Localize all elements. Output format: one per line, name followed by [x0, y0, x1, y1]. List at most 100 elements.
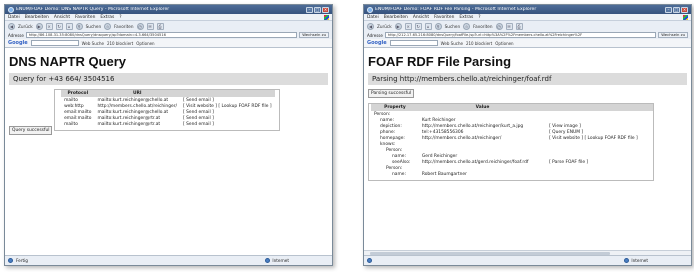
web-search-button[interactable]: Web Suche [82, 41, 104, 46]
google-options-button[interactable]: Optionen [495, 41, 513, 46]
action-links[interactable]: [ Visit website ] [ Lookup FOAF RDF file… [546, 135, 653, 141]
search-label[interactable]: Suchen [445, 24, 461, 29]
status-bar: Fertig Internet [5, 255, 332, 265]
search-label[interactable]: Suchen [86, 24, 102, 29]
uri-cell: mailto:kurt.reichinger@chello.at [97, 97, 169, 103]
address-input[interactable]: http://212.17.65.216:8080/dnsQuery/foafF… [384, 32, 657, 38]
table-row: name: Robert Baumgartner [371, 172, 653, 178]
windows-logo-icon [324, 14, 329, 20]
back-label[interactable]: Zurück [377, 24, 392, 29]
favorites-star-icon[interactable]: ☆ [104, 22, 112, 30]
maximize-button[interactable]: □ [673, 6, 680, 13]
popup-blocker-label[interactable]: 210 blockiert [107, 41, 133, 46]
menu-view[interactable]: Ansicht [413, 15, 429, 20]
forward-arrow-icon[interactable]: ▶ [35, 22, 43, 30]
zone-label: Internet [272, 258, 289, 263]
forward-arrow-icon[interactable]: ▶ [394, 22, 402, 30]
menu-bar: Datei Bearbeiten Ansicht Favoriten Extra… [364, 14, 691, 21]
menu-edit[interactable]: Bearbeiten [384, 15, 408, 20]
favorites-label[interactable]: Favoriten [114, 24, 133, 29]
back-arrow-icon[interactable]: ◀ [8, 22, 15, 30]
history-icon[interactable]: ◷ [136, 22, 144, 30]
foaf-frame: Property Value Person: name: Kurt Reiching… [368, 103, 654, 182]
security-zone: Internet [624, 258, 648, 263]
ie-logo-icon [8, 6, 14, 13]
uri-cell: mailto:kurt.reichinger@chello.at [97, 109, 169, 115]
menu-edit[interactable]: Bearbeiten [25, 15, 49, 20]
back-arrow-icon[interactable]: ◀ [367, 22, 374, 30]
protocol-cell: email:mailto [64, 109, 92, 115]
home-icon[interactable]: ⌂ [65, 22, 73, 30]
mail-icon[interactable]: ✉ [146, 22, 154, 30]
page-content: DNS NAPTR Query Query for +43 664/ 35045… [5, 48, 332, 255]
google-options-button[interactable]: Optionen [136, 41, 154, 46]
action-links [546, 172, 653, 178]
menu-file[interactable]: Datei [8, 15, 20, 20]
foaf-properties-table: Property Value Person: name: Kurt Reiching… [371, 104, 653, 178]
stop-icon[interactable]: × [45, 22, 53, 30]
google-search-input[interactable] [30, 40, 79, 46]
favorites-star-icon[interactable]: ☆ [463, 22, 471, 30]
menu-file[interactable]: Datei [367, 15, 379, 20]
go-button[interactable]: Wechseln zu [299, 32, 329, 38]
menu-tools[interactable]: Extras [459, 15, 473, 20]
close-button[interactable]: × [322, 6, 329, 13]
menu-favorites[interactable]: Favoriten [75, 15, 95, 20]
google-logo: Google [367, 40, 387, 46]
search-icon[interactable]: ⚲ [75, 22, 83, 30]
address-bar: Adresse http://212.17.65.216:8080/dnsQue… [364, 31, 691, 39]
browser-window-foaf-parsing: ENUM/FOAF Demo: FOAF RDF File Parsing - … [363, 4, 692, 266]
search-icon[interactable]: ⚲ [434, 22, 442, 30]
title-bar[interactable]: ENUM/FOAF Demo: DNS NAPTR Query - Micros… [5, 5, 332, 14]
refresh-icon[interactable]: ↻ [414, 22, 422, 30]
windows-logo-icon [683, 14, 688, 20]
globe-icon [624, 258, 630, 263]
maximize-button[interactable]: □ [314, 6, 321, 13]
window-title: ENUM/FOAF Demo: DNS NAPTR Query - Micros… [16, 7, 170, 12]
close-button[interactable]: × [681, 6, 688, 13]
status-text: Fertig [16, 258, 28, 263]
menu-tools[interactable]: Extras [100, 15, 114, 20]
column-header-uri: URI [94, 90, 180, 97]
menu-help[interactable]: ? [478, 15, 480, 20]
value-cell: http://members.chello.at/gerd.reichinger… [421, 160, 529, 166]
refresh-icon[interactable]: ↻ [55, 22, 63, 30]
google-toolbar: Google Web Suche 210 blockiert Optionen [364, 39, 691, 48]
popup-blocker-label[interactable]: 210 blockiert [466, 41, 492, 46]
minimize-button[interactable]: – [665, 6, 672, 13]
google-search-input[interactable] [389, 40, 438, 46]
title-bar[interactable]: ENUM/FOAF Demo: FOAF RDF File Parsing - … [364, 5, 691, 14]
history-icon[interactable]: ◷ [495, 22, 503, 30]
menu-help[interactable]: ? [119, 15, 121, 20]
column-header-property: Property [371, 104, 419, 111]
value-cell: Robert Baumgartner [421, 172, 467, 178]
browser-window-dns-query: ENUM/FOAF Demo: DNS NAPTR Query - Micros… [4, 4, 333, 266]
favorites-label[interactable]: Favoriten [473, 24, 492, 29]
property-cell: name: [392, 172, 406, 178]
toolbar: ◀ Zurück ▶ × ↻ ⌂ ⚲ Suchen ☆ Favoriten ◷ … [5, 21, 332, 31]
ie-logo-icon [367, 6, 373, 13]
protocol-cell: mailto [64, 122, 78, 128]
menu-bar: Datei Bearbeiten Ansicht Favoriten Extra… [5, 14, 332, 21]
security-zone: Internet [265, 258, 289, 263]
results-frame: Protocol URI mailto mailto:kurt.reiching… [54, 89, 280, 131]
print-icon[interactable]: ⎙ [515, 22, 523, 30]
minimize-button[interactable]: – [306, 6, 313, 13]
action-links[interactable]: [ Visit website ] [ Lookup FOAF RDF file… [180, 103, 275, 109]
menu-view[interactable]: Ansicht [54, 15, 70, 20]
menu-favorites[interactable]: Favoriten [434, 15, 454, 20]
address-input[interactable]: http://86.108.31.35:8080/dnsQuery/dnsque… [25, 32, 298, 38]
query-heading: Query for +43 664/ 3504516 [9, 73, 328, 85]
mail-icon[interactable]: ✉ [505, 22, 513, 30]
web-search-button[interactable]: Web Suche [441, 41, 463, 46]
action-links[interactable]: [ Send email ] [180, 122, 275, 128]
go-button[interactable]: Wechseln zu [658, 32, 688, 38]
stop-icon[interactable]: × [404, 22, 412, 30]
table-row: mailto mailto:kurt.reichinger@rtr.at [ S… [61, 122, 275, 128]
back-label[interactable]: Zurück [18, 24, 33, 29]
page-icon [367, 258, 372, 263]
toolbar: ◀ Zurück ▶ × ↻ ⌂ ⚲ Suchen ☆ Favoriten ◷ … [364, 21, 691, 31]
print-icon[interactable]: ⎙ [156, 22, 164, 30]
home-icon[interactable]: ⌂ [424, 22, 432, 30]
page-title: FOAF RDF File Parsing [368, 54, 512, 69]
